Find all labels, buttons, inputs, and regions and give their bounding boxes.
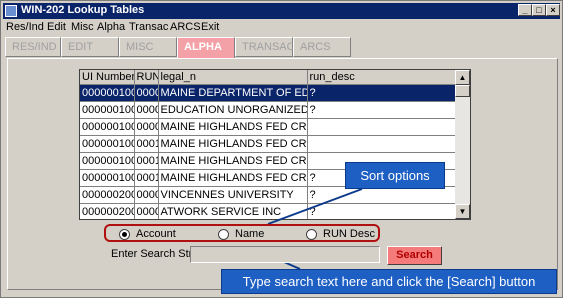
sort-options-callout: Sort options — [345, 162, 445, 189]
table-cell: 00000 — [134, 101, 159, 119]
table-cell: 0000001007 — [80, 152, 135, 170]
search-button[interactable]: Search — [387, 246, 442, 265]
radio-unselected-icon — [306, 228, 317, 240]
tab-misc[interactable]: MISC — [119, 37, 177, 57]
tab-arcs[interactable]: ARCS — [293, 37, 351, 57]
radio-unselected-icon — [218, 228, 229, 240]
table-row[interactable]: 000000100700000EDUCATION UNORGANIZED TER… — [80, 101, 457, 119]
sort-run-desc-label: RUN Desc — [323, 228, 375, 240]
table-row[interactable]: 000000200300001ATWORK SERVICE INC? — [80, 203, 457, 219]
sort-account-radio[interactable]: Account — [119, 228, 176, 242]
column-header-ui-number[interactable]: UI Number — [80, 70, 135, 85]
tab-strip: RES/IND EDIT MISC ALPHA TRANSAC ARCS — [3, 37, 560, 59]
scroll-thumb[interactable] — [455, 85, 470, 97]
table-cell: MAINE HIGHLANDS FED CREDIT L — [158, 152, 308, 170]
tab-transac[interactable]: TRANSAC — [235, 37, 295, 57]
table-cell: 00000 — [134, 186, 159, 204]
minimize-button[interactable]: _ — [518, 4, 532, 16]
menu-edit[interactable]: Edit — [47, 21, 66, 33]
app-icon — [5, 5, 17, 17]
table-cell: ? — [307, 84, 457, 102]
table-cell: 00001 — [134, 203, 159, 219]
table-cell — [307, 118, 457, 136]
table-cell: ? — [307, 101, 457, 119]
table-cell: ATWORK SERVICE INC — [158, 203, 308, 219]
menu-misc[interactable]: Misc — [71, 21, 94, 33]
radio-selected-icon — [119, 228, 130, 240]
sort-run-desc-radio[interactable]: RUN Desc — [306, 228, 375, 242]
menu-arcs[interactable]: ARCS — [170, 21, 201, 33]
table-cell: EDUCATION UNORGANIZED TERF — [158, 101, 308, 119]
close-button[interactable]: × — [546, 4, 560, 16]
column-header-run-desc[interactable]: run_desc — [307, 70, 457, 85]
table-cell: 0000002003 — [80, 186, 135, 204]
table-cell: MAINE HIGHLANDS FED CREDIT L — [158, 118, 308, 136]
table-cell: MAINE HIGHLANDS FED CREDIT L — [158, 135, 308, 153]
table-cell: 00012 — [134, 169, 159, 187]
tab-res-ind[interactable]: RES/IND — [5, 37, 61, 57]
table-cell: 00011 — [134, 152, 159, 170]
table-cell: 0000002003 — [80, 203, 135, 219]
menu-res-ind[interactable]: Res/Ind — [6, 21, 44, 33]
scroll-up-icon[interactable]: ▲ — [455, 70, 470, 85]
table-cell: 00010 — [134, 135, 159, 153]
table-row[interactable]: 000000100700009MAINE HIGHLANDS FED CREDI… — [80, 118, 457, 136]
table-row[interactable]: 000000200300000VINCENNES UNIVERSITY? — [80, 186, 457, 204]
table-cell: MAINE HIGHLANDS FED CREDIT L — [158, 169, 308, 187]
menu-transac[interactable]: Transac — [129, 21, 168, 33]
table-cell: MAINE DEPARTMENT OF EDUCAT — [158, 84, 308, 102]
table-cell: 00000 — [134, 84, 159, 102]
table-cell: VINCENNES UNIVERSITY — [158, 186, 308, 204]
sort-name-radio[interactable]: Name — [218, 228, 264, 242]
column-header-run[interactable]: RUN — [134, 70, 159, 85]
table-cell: ? — [307, 203, 457, 219]
table-cell: 0000001007 — [80, 101, 135, 119]
grid-header-row: UI Number RUN legal_n run_desc — [80, 70, 457, 85]
scroll-down-icon[interactable]: ▼ — [455, 204, 470, 219]
column-header-legal-name[interactable]: legal_n — [158, 70, 308, 85]
table-cell: 0000001007 — [80, 84, 135, 102]
search-input[interactable] — [190, 246, 380, 263]
menu-exit[interactable]: Exit — [201, 21, 219, 33]
table-cell: 00009 — [134, 118, 159, 136]
sort-name-label: Name — [235, 228, 265, 240]
tab-edit[interactable]: EDIT — [61, 37, 119, 57]
window-title: WIN-202 Lookup Tables — [21, 4, 145, 16]
table-cell: ? — [307, 186, 457, 204]
maximize-button[interactable]: □ — [532, 4, 546, 16]
menu-bar: Res/Ind Edit Misc Alpha Transac ARCS Exi… — [3, 20, 560, 36]
search-callout: Type search text here and click the [Sea… — [221, 269, 557, 294]
table-row[interactable]: 000000100700010MAINE HIGHLANDS FED CREDI… — [80, 135, 457, 153]
table-cell — [307, 135, 457, 153]
table-cell: 0000001007 — [80, 135, 135, 153]
sort-account-label: Account — [136, 228, 176, 240]
table-row[interactable]: 000000100700000MAINE DEPARTMENT OF EDUCA… — [80, 84, 457, 102]
table-cell: 0000001007 — [80, 118, 135, 136]
grid-scrollbar[interactable]: ▲ ▼ — [455, 70, 470, 219]
lookup-grid[interactable]: UI Number RUN legal_n run_desc 00000010 0… — [79, 69, 471, 220]
menu-alpha[interactable]: Alpha — [97, 21, 125, 33]
tab-alpha[interactable]: ALPHA — [177, 37, 235, 59]
title-bar: WIN-202 Lookup Tables _ □ × — [3, 3, 560, 19]
table-cell: 0000001007 — [80, 169, 135, 187]
